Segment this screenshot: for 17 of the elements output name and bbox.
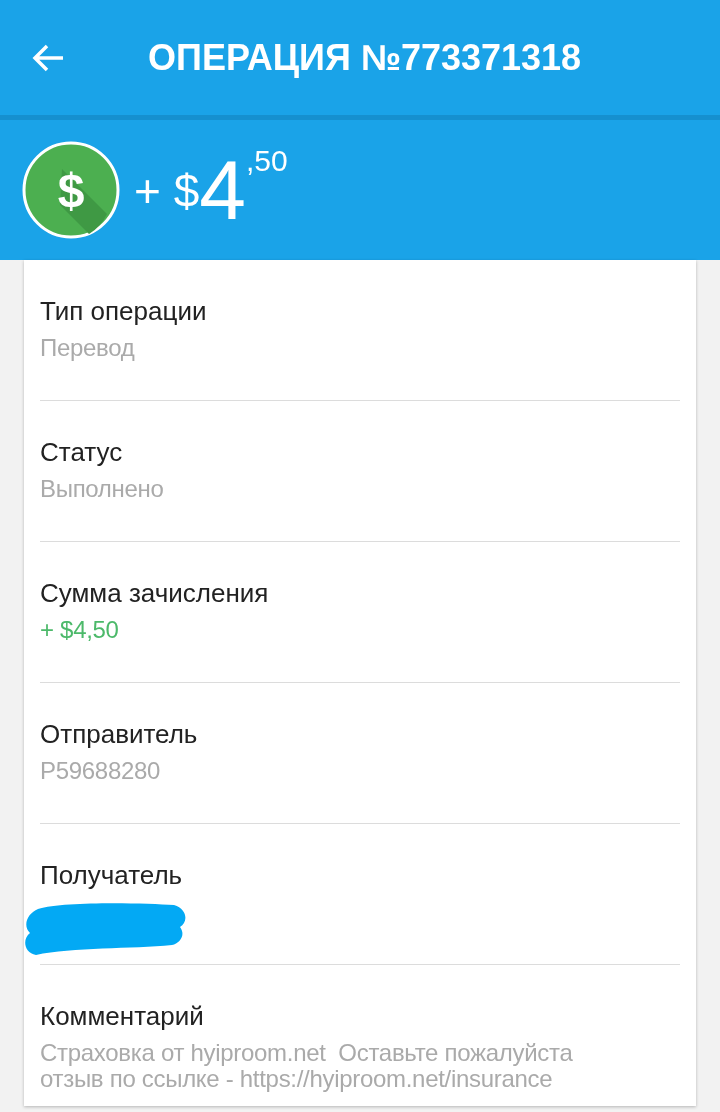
amount-sign: + $	[134, 165, 200, 217]
detail-value: Страховка от hyiproom.net Оставьте пожалуйста отзыв по ссылке - https://hyiproom.net/insurance	[40, 1040, 574, 1093]
back-arrow-icon	[31, 42, 65, 73]
detail-label: Получатель	[40, 860, 184, 891]
dollar-coin-icon: $	[22, 141, 120, 239]
amount-whole: 4	[199, 148, 246, 232]
detail-value: + $4,50	[40, 617, 120, 644]
detail-label: Сумма зачисления	[40, 578, 270, 609]
detail-label: Отправитель	[40, 719, 199, 750]
amount-cents: ,50	[245, 144, 288, 178]
detail-value: P59688280	[40, 758, 162, 785]
screen-title: ОПЕРАЦИЯ №773371318	[148, 36, 582, 79]
detail-label: Тип операции	[40, 296, 208, 327]
detail-label: Комментарий	[40, 1001, 205, 1032]
detail-value: Выполнено	[40, 476, 165, 503]
detail-value: Перевод	[40, 335, 136, 362]
detail-label: Статус	[40, 437, 124, 468]
